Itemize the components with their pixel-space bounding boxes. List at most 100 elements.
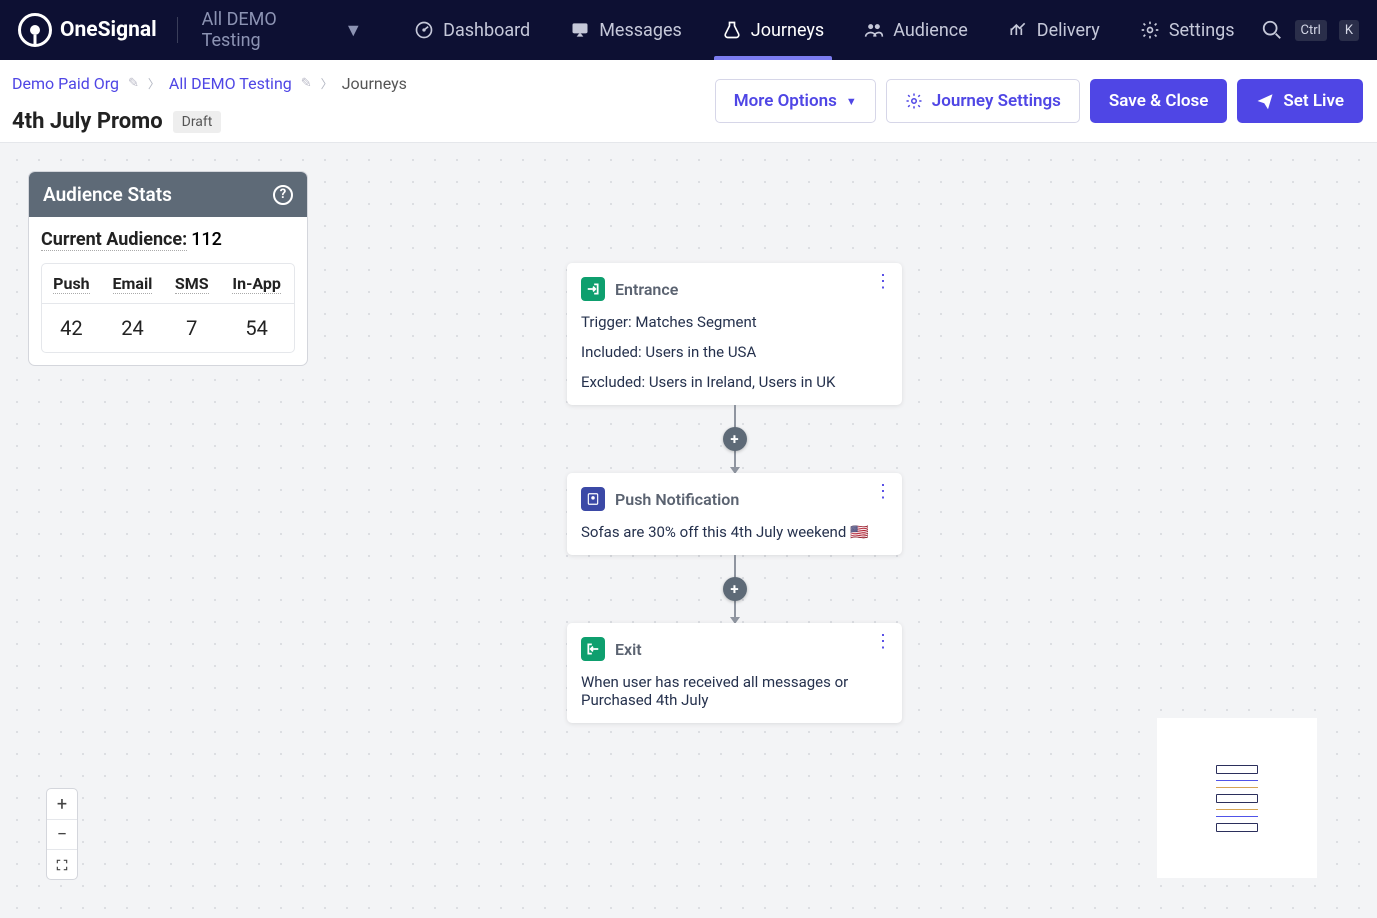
- push-body: Sofas are 30% off this 4th July weekend …: [581, 523, 888, 541]
- nav-settings-label: Settings: [1169, 20, 1235, 41]
- entrance-excluded: Excluded: Users in Ireland, Users in UK: [581, 373, 888, 391]
- exit-icon: [581, 637, 605, 661]
- col-sms: SMS: [175, 274, 209, 294]
- gear-icon: [905, 92, 923, 110]
- minimap-node: [1216, 787, 1258, 788]
- nav-journeys-label: Journeys: [751, 20, 824, 41]
- node-menu-icon[interactable]: ⋮: [874, 483, 892, 501]
- gauge-icon: [414, 20, 434, 40]
- journey-settings-button[interactable]: Journey Settings: [886, 79, 1080, 123]
- zoom-out-button[interactable]: −: [47, 819, 77, 849]
- zoom-controls: + −: [46, 788, 78, 880]
- node-push[interactable]: ⋮ Push Notification Sofas are 30% off th…: [567, 473, 902, 555]
- nav-delivery-label: Delivery: [1037, 20, 1100, 41]
- chevron-right-icon: 〉: [321, 75, 333, 92]
- save-close-button[interactable]: Save & Close: [1090, 79, 1227, 123]
- brand-name: OneSignal: [60, 18, 157, 42]
- minimap-node: [1216, 816, 1258, 817]
- page-subheader: Demo Paid Org ✎ 〉 All DEMO Testing ✎ 〉 J…: [0, 60, 1377, 143]
- help-icon[interactable]: ?: [273, 185, 293, 205]
- nav-dashboard[interactable]: Dashboard: [394, 0, 550, 60]
- val-inapp: 54: [219, 304, 294, 352]
- node-menu-icon[interactable]: ⋮: [874, 273, 892, 291]
- push-icon: [581, 487, 605, 511]
- exit-body: When user has received all messages or P…: [581, 673, 888, 709]
- enter-icon: [581, 277, 605, 301]
- node-push-title: Push Notification: [615, 490, 739, 509]
- fullscreen-button[interactable]: [47, 849, 77, 879]
- gear-icon: [1140, 20, 1160, 40]
- node-menu-icon[interactable]: ⋮: [874, 633, 892, 651]
- divider: [177, 17, 178, 43]
- add-step-button[interactable]: +: [723, 427, 747, 451]
- chevron-right-icon: 〉: [148, 75, 160, 92]
- nav-delivery[interactable]: Delivery: [988, 0, 1120, 60]
- col-inapp: In-App: [232, 274, 280, 294]
- val-sms: 7: [164, 304, 219, 352]
- top-navbar: OneSignal All DEMO Testing ▼ Dashboard M…: [0, 0, 1377, 60]
- current-audience-label: Current Audience:: [41, 229, 187, 251]
- page-actions: More Options ▼ Journey Settings Save & C…: [715, 79, 1363, 123]
- nav-messages[interactable]: Messages: [550, 0, 702, 60]
- chevron-down-icon: ▼: [846, 95, 857, 108]
- col-email: Email: [113, 274, 153, 294]
- add-step-button[interactable]: +: [723, 577, 747, 601]
- onesignal-logo-icon: [18, 13, 52, 47]
- more-options-button[interactable]: More Options ▼: [715, 79, 876, 123]
- nav-audience[interactable]: Audience: [844, 0, 988, 60]
- shortcut-ctrl: Ctrl: [1295, 20, 1327, 41]
- search-icon[interactable]: [1261, 19, 1283, 41]
- col-push: Push: [53, 274, 89, 294]
- minimap-node: [1216, 794, 1258, 803]
- chat-icon: [570, 20, 590, 40]
- journey-flow: ⋮ Entrance Trigger: Matches Segment Incl…: [567, 263, 902, 723]
- edit-icon[interactable]: ✎: [301, 76, 312, 91]
- app-selector-label: All DEMO Testing: [202, 9, 335, 51]
- set-live-button[interactable]: Set Live: [1237, 79, 1363, 123]
- breadcrumb-app[interactable]: All DEMO Testing: [169, 74, 292, 93]
- set-live-label: Set Live: [1283, 91, 1344, 111]
- minimap-node: [1216, 765, 1258, 774]
- primary-nav: Dashboard Messages Journeys Audience Del…: [394, 0, 1254, 60]
- flask-icon: [722, 20, 742, 40]
- minimap-node: [1216, 809, 1258, 810]
- save-close-label: Save & Close: [1109, 91, 1208, 111]
- app-selector-dropdown[interactable]: All DEMO Testing ▼: [194, 3, 371, 57]
- node-exit-title: Exit: [615, 640, 642, 659]
- entrance-trigger: Trigger: Matches Segment: [581, 313, 888, 331]
- more-options-label: More Options: [734, 91, 837, 111]
- breadcrumb-org[interactable]: Demo Paid Org: [12, 74, 119, 93]
- nav-journeys[interactable]: Journeys: [702, 0, 844, 60]
- audience-stats-title: Audience Stats: [43, 183, 172, 206]
- nav-dashboard-label: Dashboard: [443, 20, 530, 41]
- nav-messages-label: Messages: [599, 20, 682, 41]
- audience-stats-card: Audience Stats ? Current Audience: 112 P…: [28, 171, 308, 366]
- node-entrance-title: Entrance: [615, 280, 678, 299]
- nav-audience-label: Audience: [893, 20, 968, 41]
- journey-canvas[interactable]: Audience Stats ? Current Audience: 112 P…: [0, 143, 1377, 918]
- breadcrumb-section[interactable]: Journeys: [342, 74, 407, 93]
- brand-logo[interactable]: OneSignal: [18, 13, 157, 47]
- node-entrance[interactable]: ⋮ Entrance Trigger: Matches Segment Incl…: [567, 263, 902, 405]
- edit-icon[interactable]: ✎: [128, 76, 139, 91]
- page-title: 4th July Promo: [12, 109, 163, 134]
- people-icon: [864, 20, 884, 40]
- zoom-in-button[interactable]: +: [47, 789, 77, 819]
- connector: +: [567, 555, 902, 623]
- val-push: 42: [42, 304, 101, 352]
- minimap-node: [1216, 823, 1258, 832]
- minimap[interactable]: [1157, 718, 1317, 878]
- minimap-node: [1216, 780, 1258, 781]
- journey-settings-label: Journey Settings: [932, 91, 1061, 111]
- chevron-down-icon: ▼: [344, 20, 362, 41]
- nav-settings[interactable]: Settings: [1120, 0, 1255, 60]
- val-email: 24: [101, 304, 164, 352]
- node-exit[interactable]: ⋮ Exit When user has received all messag…: [567, 623, 902, 723]
- connector: +: [567, 405, 902, 473]
- status-badge: Draft: [173, 111, 222, 133]
- audience-channels-table: Push Email SMS In-App 42 24 7 54: [41, 263, 295, 353]
- paper-plane-icon: [1256, 92, 1274, 110]
- current-audience-value: 112: [191, 229, 222, 250]
- shortcut-k: K: [1339, 20, 1359, 41]
- chart-icon: [1008, 20, 1028, 40]
